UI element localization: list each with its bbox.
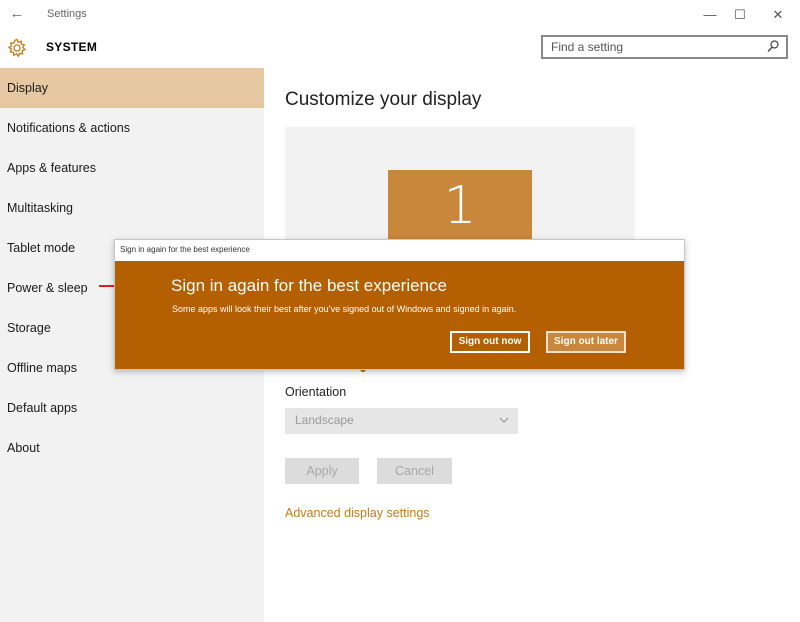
sidebar-item-default-apps[interactable]: Default apps (0, 388, 264, 428)
apply-button[interactable]: Apply (285, 458, 359, 484)
gear-icon (7, 38, 27, 58)
sidebar-item-display[interactable]: Display (0, 68, 264, 108)
section-heading: SYSTEM (46, 40, 98, 54)
window-title: Settings (47, 8, 87, 20)
advanced-display-settings-link[interactable]: Advanced display settings (285, 506, 430, 520)
orientation-label: Orientation (285, 385, 347, 399)
search-icon[interactable] (766, 39, 780, 55)
sign-in-dialog: Sign in again for the best experience Si… (114, 239, 685, 370)
orientation-value: Landscape (295, 413, 354, 427)
dialog-body: Sign in again for the best experience So… (115, 261, 684, 369)
dialog-title-bar: Sign in again for the best experience (120, 245, 250, 254)
minimize-button[interactable]: — (695, 4, 725, 26)
settings-header: SYSTEM (0, 30, 800, 67)
close-button[interactable]: ✕ (763, 4, 793, 26)
sidebar-item-notifications[interactable]: Notifications & actions (0, 108, 264, 148)
monitor-number: 1 (443, 176, 477, 236)
chevron-down-icon (499, 417, 509, 423)
monitor-tile[interactable]: 1 (388, 170, 532, 247)
back-button[interactable]: ← (6, 4, 28, 24)
title-bar: ← Settings — ☐ ✕ (0, 0, 800, 30)
sign-out-later-button[interactable]: Sign out later (546, 331, 626, 353)
back-arrow-icon: ← (9, 5, 25, 22)
search-input[interactable] (551, 39, 761, 55)
page-title: Customize your display (285, 89, 482, 110)
orientation-dropdown[interactable]: Landscape (285, 408, 518, 434)
maximize-button[interactable]: ☐ (725, 4, 755, 26)
sidebar-item-apps-features[interactable]: Apps & features (0, 148, 264, 188)
display-arrangement: 1 (285, 127, 635, 247)
sign-out-now-button[interactable]: Sign out now (450, 331, 530, 353)
sidebar-item-multitasking[interactable]: Multitasking (0, 188, 264, 228)
dialog-heading: Sign in again for the best experience (171, 276, 447, 295)
sidebar-item-about[interactable]: About (0, 428, 264, 468)
cancel-button[interactable]: Cancel (377, 458, 452, 484)
dialog-message: Some apps will look their best after you… (172, 304, 517, 314)
search-box[interactable] (541, 35, 788, 59)
